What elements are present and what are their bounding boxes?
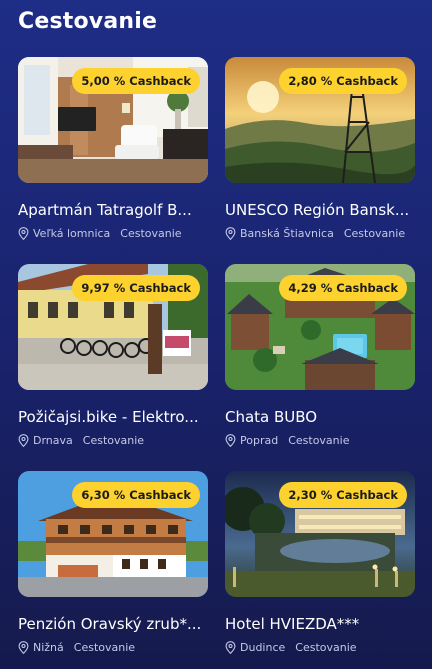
offer-title: Požičajsi.bike - Elektro... xyxy=(18,408,199,426)
offers-grid: 5,00 % Cashback Apartmán Tatragolf B... … xyxy=(0,0,432,669)
offer-category: Cestovanie xyxy=(82,434,145,447)
offer-image: 4,29 % Cashback xyxy=(225,264,415,390)
offer-card-apartman-tatragolf[interactable]: 5,00 % Cashback Apartmán Tatragolf B... … xyxy=(18,57,208,240)
offer-location: Drnava xyxy=(33,434,73,447)
offer-meta: Dudince Cestovanie xyxy=(225,641,415,654)
offer-title: Chata BUBO xyxy=(225,408,318,426)
offer-location: Poprad xyxy=(240,434,279,447)
offer-category: Cestovanie xyxy=(288,434,350,447)
cashback-badge: 9,97 % Cashback xyxy=(72,275,200,301)
offer-category: Cestovanie xyxy=(295,641,357,654)
offer-meta: Poprad Cestovanie xyxy=(225,434,415,447)
cashback-badge: 2,30 % Cashback xyxy=(279,482,407,508)
map-pin-icon xyxy=(18,434,29,447)
offer-meta: Drnava Cestovanie xyxy=(18,434,208,447)
offer-card-hotel-hviezda[interactable]: 2,30 % Cashback Hotel HVIEZDA*** Dudince… xyxy=(225,471,415,654)
offer-location: Dudince xyxy=(240,641,286,654)
offer-location: Nižná xyxy=(33,641,64,654)
cashback-badge: 5,00 % Cashback xyxy=(72,68,200,94)
map-pin-icon xyxy=(225,641,236,654)
offer-meta: Nižná Cestovanie xyxy=(18,641,208,654)
offer-category: Cestovanie xyxy=(343,227,406,240)
offer-image: 6,30 % Cashback xyxy=(18,471,208,597)
offer-image: 5,00 % Cashback xyxy=(18,57,208,183)
cashback-badge: 4,29 % Cashback xyxy=(279,275,407,301)
offer-meta: Banská Štiavnica Cestovanie xyxy=(225,227,415,240)
map-pin-icon xyxy=(18,641,29,654)
offer-category: Cestovanie xyxy=(73,641,136,654)
offer-card-chata-bubo[interactable]: 4,29 % Cashback Chata BUBO Poprad Cestov… xyxy=(225,264,415,447)
offer-card-pozicajsi-bike[interactable]: 9,97 % Cashback Požičajsi.bike - Elektro… xyxy=(18,264,208,447)
offer-title: Hotel HVIEZDA*** xyxy=(225,615,360,633)
offer-image: 9,97 % Cashback xyxy=(18,264,208,390)
offer-title: Apartmán Tatragolf B... xyxy=(18,201,192,219)
offer-meta: Veľká lomnica Cestovanie xyxy=(18,227,208,240)
map-pin-icon xyxy=(18,227,29,240)
offer-title: Penzión Oravský zrub*... xyxy=(18,615,202,633)
cashback-badge: 6,30 % Cashback xyxy=(72,482,200,508)
offer-location: Veľká lomnica xyxy=(33,227,111,240)
offer-title: UNESCO Región Bansk... xyxy=(225,201,410,219)
cashback-badge: 2,80 % Cashback xyxy=(279,68,407,94)
map-pin-icon xyxy=(225,434,236,447)
offer-card-penzion-oravsky-zrub[interactable]: 6,30 % Cashback Penzión Oravský zrub*...… xyxy=(18,471,208,654)
offer-image: 2,30 % Cashback xyxy=(225,471,415,597)
offer-card-unesco-banska[interactable]: 2,80 % Cashback UNESCO Región Bansk... B… xyxy=(225,57,415,240)
offer-category: Cestovanie xyxy=(120,227,182,240)
map-pin-icon xyxy=(225,227,236,240)
offer-image: 2,80 % Cashback xyxy=(225,57,415,183)
offer-location: Banská Štiavnica xyxy=(240,227,334,240)
